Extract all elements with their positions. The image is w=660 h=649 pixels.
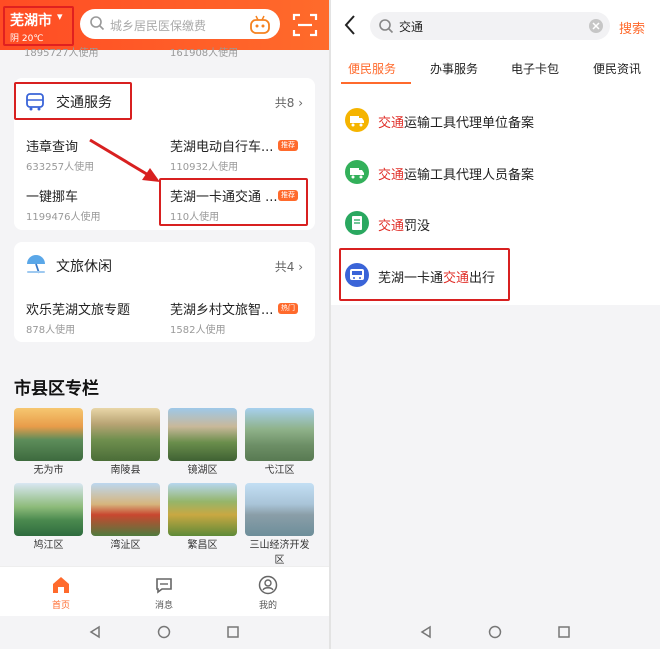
card-count: 共8 — [274, 96, 295, 110]
usage-count: 1199476人使用 — [26, 212, 101, 223]
beach-umbrella-icon — [27, 255, 45, 274]
card-count: 共4 — [274, 260, 295, 274]
tab-affairs-services[interactable]: 办事服务 — [430, 60, 478, 77]
app-header: 芜湖市 ▾ 阴 20℃ 城乡居民医保缴费 — [0, 0, 329, 50]
district-label: 弋江区 — [264, 465, 295, 476]
recommend-badge: 推荐 — [278, 190, 298, 201]
district-label: 三山经济开发区 — [249, 540, 310, 566]
service-violation-query[interactable]: 违章查询 — [26, 136, 78, 155]
service-move-car[interactable]: 一键挪车 — [26, 186, 78, 205]
chevron-right-icon: › — [298, 96, 303, 110]
tab-public-info[interactable]: 便民资讯 — [593, 60, 641, 77]
search-header: 交通 搜索 便民服务 办事服务 电子卡包 便民资讯 — [331, 0, 660, 95]
home-icon — [53, 577, 69, 593]
search-input[interactable]: 交通 — [370, 12, 610, 40]
district-label: 南陵县 — [110, 465, 141, 476]
district-thumb-jinghu[interactable] — [168, 408, 237, 461]
district-thumb-fanchang[interactable] — [168, 483, 237, 536]
culture-leisure-card: 文旅休闲 共4 › 欢乐芜湖文旅专题 878人使用 芜湖乡村文旅智... 热门 … — [14, 242, 315, 342]
district-label: 鸠江区 — [33, 540, 64, 551]
back-triangle-icon[interactable] — [88, 625, 102, 639]
card-title: 交通服务 — [56, 95, 112, 111]
result-item[interactable]: 芜湖一卡通交通出行 — [331, 250, 660, 300]
result-label: 交通罚没 — [378, 219, 431, 234]
result-item[interactable]: 交通罚没 — [331, 198, 660, 248]
back-arrow-icon[interactable] — [343, 14, 357, 36]
card-title: 文旅休闲 — [56, 259, 112, 275]
fine-document-icon — [345, 211, 369, 235]
tab-convenience-services[interactable]: 便民服务 — [348, 60, 396, 77]
nav-label: 首页 — [51, 601, 70, 611]
district-thumb-yijiang[interactable] — [245, 408, 314, 461]
section-title: 市县区专栏 — [14, 379, 99, 399]
usage-count: 110932人使用 — [170, 162, 239, 173]
weather-text: 阴 20℃ — [10, 34, 44, 44]
back-triangle-icon[interactable] — [419, 625, 433, 639]
result-label: 交通运输工具代理人员备案 — [378, 168, 535, 183]
bottom-nav: 首页 消息 我的 — [0, 566, 329, 616]
system-nav-bar — [331, 616, 660, 649]
nav-profile[interactable]: 我的 — [238, 575, 298, 611]
recent-apps-icon[interactable] — [226, 625, 240, 639]
system-nav-bar — [0, 616, 329, 649]
nav-label: 我的 — [258, 601, 277, 611]
nav-messages[interactable]: 消息 — [134, 575, 194, 611]
clear-icon[interactable] — [588, 18, 604, 34]
district-label: 镜湖区 — [187, 465, 218, 476]
district-thumb-wuwei[interactable] — [14, 408, 83, 461]
hot-badge: 热门 — [278, 303, 298, 314]
right-screen: 交通 搜索 便民服务 办事服务 电子卡包 便民资讯 交通运输工具代理单位备案 交… — [331, 0, 660, 649]
chevron-right-icon: › — [298, 260, 303, 274]
truck-icon — [345, 108, 369, 132]
search-value: 交通 — [399, 20, 424, 34]
usage-count: 1582人使用 — [170, 325, 226, 336]
recommend-badge: 推荐 — [278, 140, 298, 151]
result-label: 交通运输工具代理单位备案 — [378, 116, 535, 131]
chevron-down-icon: ▾ — [57, 10, 63, 23]
district-label: 繁昌区 — [187, 540, 218, 551]
usage-count: 161908人使用 — [170, 48, 239, 59]
left-screen: 芜湖市 ▾ 阴 20℃ 城乡居民医保缴费 1895727人使用 161908人使… — [0, 0, 329, 649]
tab-e-card-wallet[interactable]: 电子卡包 — [511, 60, 559, 77]
annotation-arrow — [89, 138, 160, 182]
district-thumb-wanzhi[interactable] — [91, 483, 160, 536]
usage-count: 878人使用 — [26, 325, 76, 336]
search-icon — [379, 19, 394, 34]
scan-icon[interactable] — [292, 12, 318, 38]
robot-assistant-icon[interactable] — [248, 15, 272, 35]
result-label: 芜湖一卡通交通出行 — [378, 271, 496, 286]
user-icon — [258, 575, 278, 595]
nav-home[interactable]: 首页 — [31, 575, 91, 611]
result-item[interactable]: 交通运输工具代理单位备案 — [331, 95, 660, 145]
card-count-link[interactable]: 共4 › — [275, 258, 303, 275]
search-input[interactable]: 城乡居民医保缴费 — [80, 9, 280, 39]
service-culture-topic[interactable]: 欢乐芜湖文旅专题 — [26, 299, 130, 318]
search-button[interactable]: 搜索 — [619, 18, 645, 37]
district-thumb-nanling[interactable] — [91, 408, 160, 461]
active-tab-indicator — [341, 82, 411, 84]
card-count-link[interactable]: 共8 › — [275, 94, 303, 111]
search-results: 交通运输工具代理单位备案 交通运输工具代理人员备案 交通罚没 芜湖一卡通交通出行 — [331, 95, 660, 305]
bus-icon — [26, 93, 44, 111]
usage-count: 1895727人使用 — [24, 48, 99, 59]
bus-icon — [345, 263, 369, 287]
nav-label: 消息 — [154, 601, 173, 611]
search-placeholder: 城乡居民医保缴费 — [110, 19, 207, 33]
service-ebike[interactable]: 芜湖电动自行车... — [170, 136, 273, 155]
district-label: 无为市 — [33, 465, 64, 476]
home-circle-icon[interactable] — [157, 625, 171, 639]
recent-apps-icon[interactable] — [557, 625, 571, 639]
service-rural-tourism[interactable]: 芜湖乡村文旅智... — [170, 299, 273, 318]
search-icon — [90, 16, 105, 31]
truck-icon — [345, 160, 369, 184]
usage-count: 110人使用 — [170, 212, 220, 223]
city-name[interactable]: 芜湖市 — [10, 10, 52, 30]
district-thumb-jiujiang[interactable] — [14, 483, 83, 536]
result-item[interactable]: 交通运输工具代理人员备案 — [331, 147, 660, 197]
district-label: 湾沚区 — [110, 540, 141, 551]
service-wuhu-card-transit[interactable]: 芜湖一卡通交通 ... — [170, 186, 278, 205]
home-circle-icon[interactable] — [488, 625, 502, 639]
message-icon — [156, 578, 172, 594]
district-thumb-sanshan[interactable] — [245, 483, 314, 536]
